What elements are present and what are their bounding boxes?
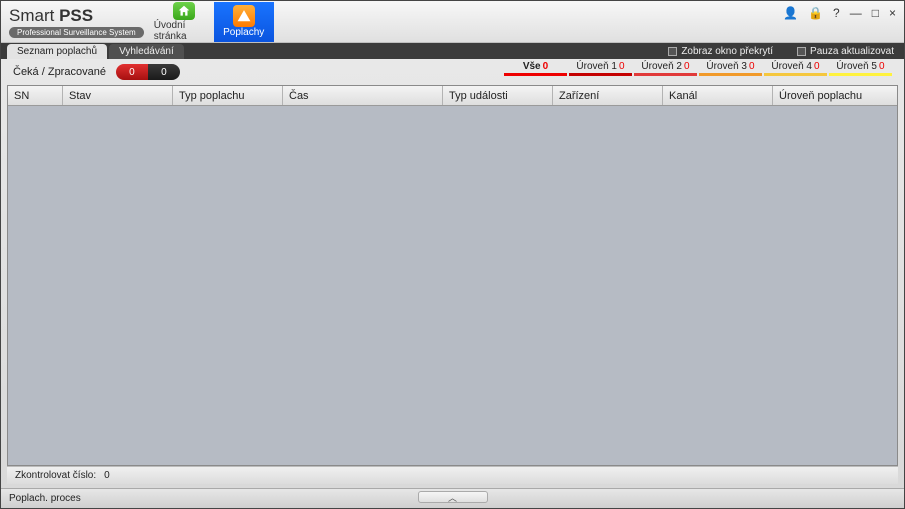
level-bar-all — [504, 73, 567, 76]
home-icon — [173, 2, 195, 20]
brand: Smart PSS Professional Surveillance Syst… — [9, 6, 144, 38]
alarm-icon — [233, 5, 255, 27]
level-all-count: 0 — [543, 61, 549, 72]
level-3-label: Úroveň 3 — [706, 61, 747, 72]
nav-alarms-label: Poplachy — [223, 27, 264, 38]
alarm-table: SN Stav Typ poplachu Čas Typ události Za… — [7, 85, 898, 466]
tab-alarm-list[interactable]: Seznam poplachů — [7, 44, 107, 59]
option-strip: Seznam poplachů Vyhledávání Zobraz okno … — [1, 43, 904, 59]
close-button[interactable]: × — [889, 7, 896, 19]
tab-search[interactable]: Vyhledávání — [109, 44, 184, 59]
brand-subtitle: Professional Surveillance System — [9, 27, 144, 38]
level-2-label: Úroveň 2 — [641, 61, 682, 72]
level-3-count: 0 — [749, 61, 755, 72]
lock-icon[interactable]: 🔒 — [808, 7, 823, 19]
col-kanal[interactable]: Kanál — [663, 86, 773, 105]
level-1[interactable]: Úroveň 1 0 — [569, 61, 632, 76]
check-label: Zkontrolovat číslo: — [15, 470, 96, 481]
table-header: SN Stav Typ poplachu Čas Typ události Za… — [8, 86, 897, 106]
level-all-label: Vše — [523, 61, 541, 72]
checkbox-icon — [797, 47, 806, 56]
level-4-count: 0 — [814, 61, 820, 72]
col-stav[interactable]: Stav — [63, 86, 173, 105]
level-5[interactable]: Úroveň 5 0 — [829, 61, 892, 76]
level-1-label: Úroveň 1 — [576, 61, 617, 72]
window-controls: 👤 🔒 ? — □ × — [783, 7, 896, 19]
level-bar-2 — [634, 73, 697, 76]
col-sn[interactable]: SN — [8, 86, 63, 105]
status-bar: Poplach. proces ︿ — [1, 488, 904, 508]
level-4[interactable]: Úroveň 4 0 — [764, 61, 827, 76]
brand-title: Smart PSS — [9, 6, 144, 26]
chevron-up-icon: ︿ — [448, 491, 457, 504]
level-3[interactable]: Úroveň 3 0 — [699, 61, 762, 76]
check-value: 0 — [104, 470, 110, 481]
level-bar-4 — [764, 73, 827, 76]
level-5-label: Úroveň 5 — [836, 61, 877, 72]
level-bar-5 — [829, 73, 892, 76]
col-cas[interactable]: Čas — [283, 86, 443, 105]
app-window: Smart PSS Professional Surveillance Syst… — [0, 0, 905, 509]
table-body — [8, 106, 897, 465]
level-all[interactable]: Vše 0 — [504, 61, 567, 76]
overlay-checkbox[interactable]: Zobraz okno překrytí — [668, 46, 773, 57]
level-5-count: 0 — [879, 61, 885, 72]
level-bar-1 — [569, 73, 632, 76]
overlay-label: Zobraz okno překrytí — [681, 46, 773, 57]
level-2[interactable]: Úroveň 2 0 — [634, 61, 697, 76]
level-bar-3 — [699, 73, 762, 76]
help-icon[interactable]: ? — [833, 7, 840, 19]
title-bar: Smart PSS Professional Surveillance Syst… — [1, 1, 904, 43]
toolbar: Čeká / Zpracované 0 0 Vše 0 Úroveň 1 0 Ú… — [7, 61, 898, 83]
level-filters: Vše 0 Úroveň 1 0 Úroveň 2 0 Úroveň 3 0 Ú… — [504, 61, 892, 83]
nav-home-label: Úvodní stránka — [154, 20, 214, 42]
maximize-button[interactable]: □ — [872, 7, 879, 19]
minimize-button[interactable]: — — [850, 7, 862, 19]
col-uroven[interactable]: Úroveň poplachu — [773, 86, 897, 105]
level-4-label: Úroveň 4 — [771, 61, 812, 72]
table-footer: Zkontrolovat číslo: 0 — [7, 466, 898, 484]
processed-count: 0 — [148, 64, 180, 80]
col-typ-poplachu[interactable]: Typ poplachu — [173, 86, 283, 105]
main-panel: Čeká / Zpracované 0 0 Vše 0 Úroveň 1 0 Ú… — [1, 59, 904, 488]
pending-label: Čeká / Zpracované — [13, 66, 106, 78]
pause-checkbox[interactable]: Pauza aktualizovat — [797, 46, 894, 57]
pending-pill[interactable]: 0 0 — [116, 64, 180, 80]
brand-light: Smart — [9, 6, 59, 25]
subtabs: Seznam poplachů Vyhledávání — [7, 43, 186, 59]
expand-handle[interactable]: ︿ — [418, 491, 488, 503]
level-1-count: 0 — [619, 61, 625, 72]
user-icon[interactable]: 👤 — [783, 7, 798, 19]
col-zarizeni[interactable]: Zařízení — [553, 86, 663, 105]
pending-count: 0 — [116, 64, 148, 80]
pause-label: Pauza aktualizovat — [810, 46, 894, 57]
checkbox-icon — [668, 47, 677, 56]
status-text: Poplach. proces — [9, 493, 81, 504]
nav-alarms[interactable]: Poplachy — [214, 2, 274, 42]
brand-bold: PSS — [59, 6, 93, 25]
level-2-count: 0 — [684, 61, 690, 72]
nav-home[interactable]: Úvodní stránka — [154, 2, 214, 42]
col-typ-udalosti[interactable]: Typ události — [443, 86, 553, 105]
